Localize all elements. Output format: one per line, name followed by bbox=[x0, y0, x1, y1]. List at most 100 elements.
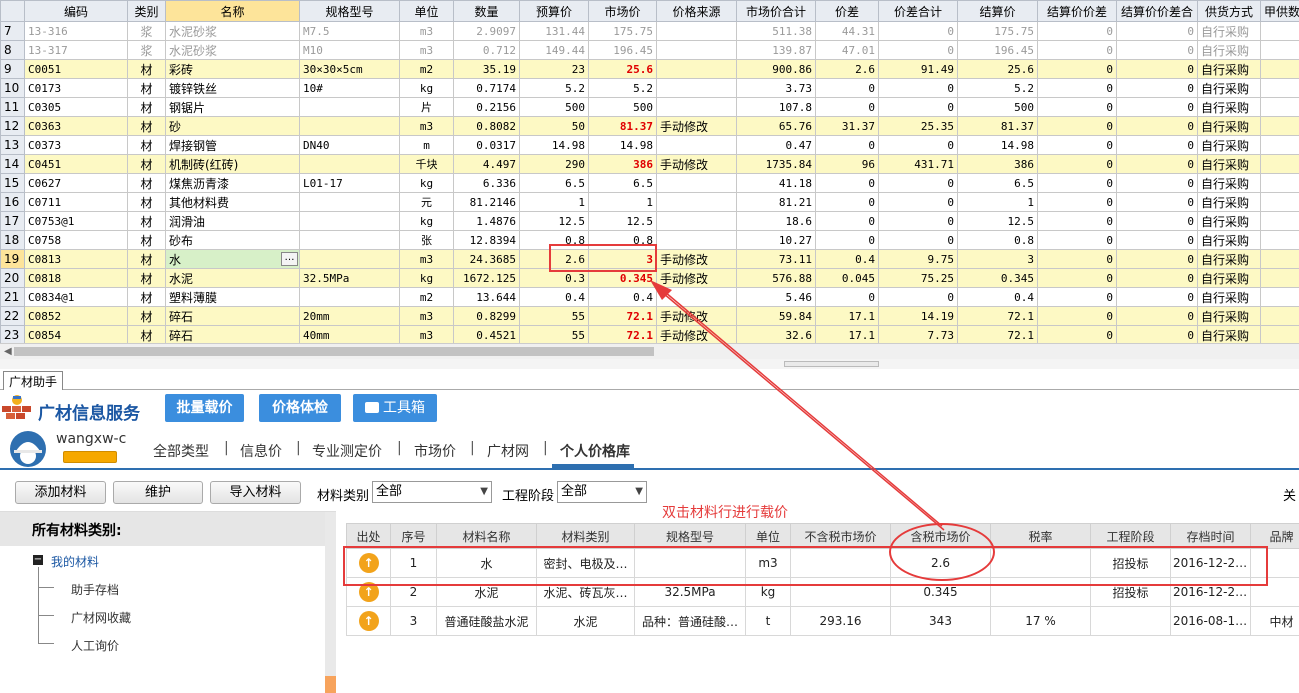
cell-settle[interactable]: 0.8 bbox=[958, 231, 1038, 250]
cell-qty[interactable]: 0.8299 bbox=[454, 307, 520, 326]
cell-sdifftotal[interactable]: 0 bbox=[1117, 117, 1198, 136]
cell-sdifftotal[interactable]: 0 bbox=[1117, 136, 1198, 155]
cell-code[interactable]: C0854 bbox=[25, 326, 128, 344]
lower-column-header[interactable]: 品牌 bbox=[1251, 524, 1299, 549]
column-header[interactable]: 结算价价差合 bbox=[1117, 1, 1198, 22]
cell-budget[interactable]: 50 bbox=[520, 117, 589, 136]
cell-qty[interactable]: 4.497 bbox=[454, 155, 520, 174]
price-check-button[interactable]: 价格体检 bbox=[259, 394, 341, 422]
cell-code[interactable]: C0373 bbox=[25, 136, 128, 155]
cell-sdiff[interactable]: 0 bbox=[1038, 155, 1117, 174]
cell-budget[interactable]: 149.44 bbox=[520, 41, 589, 60]
table-row[interactable]: 23C0854材碎石40mmm30.45215572.1手动修改32.617.1… bbox=[1, 326, 1299, 344]
cell-mtotal[interactable]: 511.38 bbox=[737, 22, 816, 41]
lower-column-header[interactable]: 单位 bbox=[746, 524, 791, 549]
cell-difftotal[interactable]: 0 bbox=[879, 98, 958, 117]
cell-sdiff[interactable]: 0 bbox=[1038, 174, 1117, 193]
cell-supplied-qty[interactable] bbox=[1261, 193, 1299, 212]
cell-budget[interactable]: 14.98 bbox=[520, 136, 589, 155]
cell-supply[interactable]: 自行采购 bbox=[1198, 136, 1261, 155]
cell-spec[interactable] bbox=[300, 155, 400, 174]
cell-sdifftotal[interactable]: 0 bbox=[1117, 174, 1198, 193]
cell-market[interactable]: 175.75 bbox=[589, 22, 657, 41]
cell-supply[interactable]: 自行采购 bbox=[1198, 307, 1261, 326]
row-number[interactable]: 8 bbox=[1, 41, 25, 60]
column-header[interactable]: 价差合计 bbox=[879, 1, 958, 22]
cell-spec[interactable]: M10 bbox=[300, 41, 400, 60]
cell-unit[interactable]: m3 bbox=[400, 307, 454, 326]
cell-spec[interactable]: 20mm bbox=[300, 307, 400, 326]
cell-unit[interactable]: m3 bbox=[400, 250, 454, 269]
cell-supply[interactable]: 自行采购 bbox=[1198, 250, 1261, 269]
cell-cat[interactable]: 材 bbox=[128, 79, 166, 98]
cell-supplied-qty[interactable] bbox=[1261, 269, 1299, 288]
cell-qty[interactable]: 35.19 bbox=[454, 60, 520, 79]
nav-market-price[interactable]: 市场价 bbox=[414, 441, 456, 461]
cell-diff[interactable]: 0.4 bbox=[816, 250, 879, 269]
cell-spec[interactable] bbox=[300, 250, 400, 269]
cell-source[interactable]: 手动修改 bbox=[657, 269, 737, 288]
cell-name[interactable]: 水泥砂浆 bbox=[166, 41, 300, 60]
column-header[interactable]: 供货方式 bbox=[1198, 1, 1261, 22]
row-number[interactable]: 14 bbox=[1, 155, 25, 174]
cell-diff[interactable]: 0 bbox=[816, 79, 879, 98]
cell-unit[interactable]: m2 bbox=[400, 60, 454, 79]
cell-spec[interactable] bbox=[300, 193, 400, 212]
cell-supply[interactable]: 自行采购 bbox=[1198, 22, 1261, 41]
table-row[interactable]: 813-317浆水泥砂浆M10m30.712149.44196.45139.87… bbox=[1, 41, 1299, 60]
cell-budget[interactable]: 55 bbox=[520, 326, 589, 344]
panel-splitter[interactable] bbox=[0, 359, 1299, 369]
cell-spec[interactable] bbox=[300, 212, 400, 231]
cell-unit[interactable]: kg bbox=[400, 212, 454, 231]
cell-name[interactable]: 彩砖 bbox=[166, 60, 300, 79]
cell-mtotal[interactable]: 5.46 bbox=[737, 288, 816, 307]
table-row[interactable]: 12C0363材砂m30.80825081.37手动修改65.7631.3725… bbox=[1, 117, 1299, 136]
cell-supplied-qty[interactable] bbox=[1261, 326, 1299, 344]
lower-column-header[interactable]: 序号 bbox=[391, 524, 437, 549]
cell-sdifftotal[interactable]: 0 bbox=[1117, 79, 1198, 98]
cell-spec[interactable] bbox=[300, 117, 400, 136]
cell-name[interactable]: 砂 bbox=[166, 117, 300, 136]
cell-settle[interactable]: 25.6 bbox=[958, 60, 1038, 79]
cell-supplied-qty[interactable] bbox=[1261, 117, 1299, 136]
cell-qty[interactable]: 24.3685 bbox=[454, 250, 520, 269]
cell-supplied-qty[interactable] bbox=[1261, 174, 1299, 193]
cell-code[interactable]: C0818 bbox=[25, 269, 128, 288]
cell-difftotal[interactable]: 0 bbox=[879, 174, 958, 193]
cell-difftotal[interactable]: 0 bbox=[879, 231, 958, 250]
cell-sdiff[interactable]: 0 bbox=[1038, 288, 1117, 307]
cell-sdifftotal[interactable]: 0 bbox=[1117, 155, 1198, 174]
cell-supply[interactable]: 自行采购 bbox=[1198, 60, 1261, 79]
cell-sdifftotal[interactable]: 0 bbox=[1117, 193, 1198, 212]
tree-node-assistant-archive[interactable]: 助手存档 bbox=[71, 581, 119, 598]
cell-budget[interactable]: 1 bbox=[520, 193, 589, 212]
cell-name[interactable]: 其他材料费 bbox=[166, 193, 300, 212]
cell-settle[interactable]: 5.2 bbox=[958, 79, 1038, 98]
cell-budget[interactable]: 0.4 bbox=[520, 288, 589, 307]
cell-supplied-qty[interactable] bbox=[1261, 98, 1299, 117]
tree-node-web-favorites[interactable]: 广材网收藏 bbox=[71, 609, 131, 626]
cell-code[interactable]: 13-316 bbox=[25, 22, 128, 41]
cell-sdiff[interactable]: 0 bbox=[1038, 326, 1117, 344]
cell-diff[interactable]: 0 bbox=[816, 212, 879, 231]
cell-supply[interactable]: 自行采购 bbox=[1198, 231, 1261, 250]
column-header[interactable]: 名称 bbox=[166, 1, 300, 22]
material-category-select[interactable]: 全部▼ bbox=[372, 481, 492, 503]
table-row[interactable]: 14C0451材机制砖(红砖)千块4.497290386手动修改1735.849… bbox=[1, 155, 1299, 174]
cell-sdifftotal[interactable]: 0 bbox=[1117, 98, 1198, 117]
cell-cat[interactable]: 材 bbox=[128, 212, 166, 231]
close-label[interactable]: 关 bbox=[1283, 485, 1296, 504]
project-stage-select[interactable]: 全部▼ bbox=[557, 481, 647, 503]
lower-column-header[interactable]: 规格型号 bbox=[635, 524, 746, 549]
cell-qty[interactable]: 0.0317 bbox=[454, 136, 520, 155]
table-row[interactable]: 13C0373材焊接钢管DN40m0.031714.9814.980.47001… bbox=[1, 136, 1299, 155]
cell-unit[interactable]: m3 bbox=[400, 22, 454, 41]
row-number[interactable]: 20 bbox=[1, 269, 25, 288]
cell-code[interactable]: C0711 bbox=[25, 193, 128, 212]
tree-node-my-materials[interactable]: 我的材料 bbox=[51, 553, 99, 570]
cell-diff[interactable]: 0 bbox=[816, 231, 879, 250]
cell-mtotal[interactable]: 0.47 bbox=[737, 136, 816, 155]
cell-diff[interactable]: 44.31 bbox=[816, 22, 879, 41]
column-header[interactable]: 单位 bbox=[400, 1, 454, 22]
cell-name[interactable]: 焊接钢管 bbox=[166, 136, 300, 155]
